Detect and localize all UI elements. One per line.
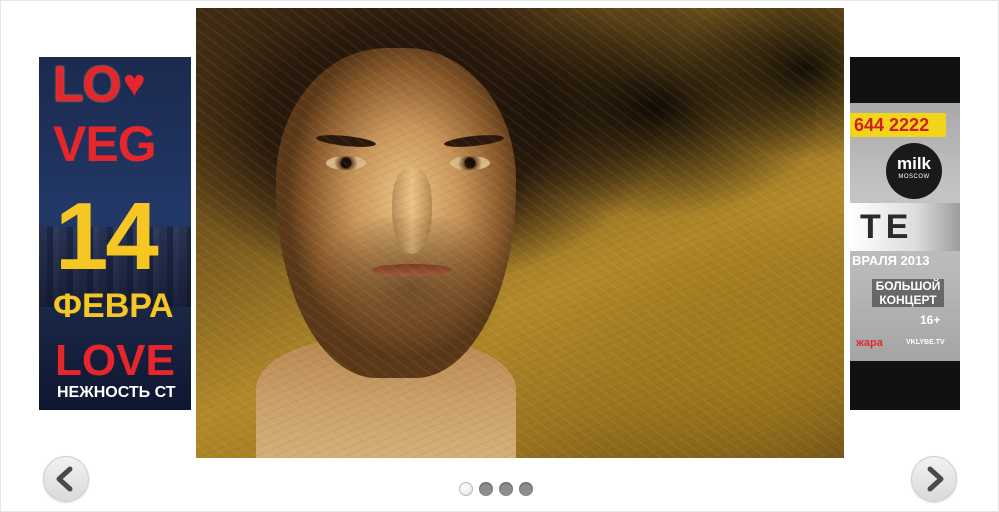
heart-icon: ♥ <box>123 63 146 105</box>
pagination-dot-2[interactable] <box>479 482 493 496</box>
chevron-left-icon <box>56 466 73 492</box>
poster-date: ВРАЛЯ 2013 <box>852 253 930 268</box>
pagination-dot-3[interactable] <box>499 482 513 496</box>
poster-month: ФЕВРА <box>53 287 174 325</box>
poster-day: 14 <box>55 183 159 290</box>
texture-overlay <box>196 8 844 458</box>
milk-logo: milk MOSCOW <box>886 143 942 199</box>
poster-line1: LO <box>53 57 121 112</box>
logo-main: milk <box>896 154 932 173</box>
poster-title-fragment: TE <box>850 203 960 251</box>
prev-slide-button[interactable] <box>43 456 89 502</box>
poster-line2: VEG <box>53 116 157 172</box>
slide-right-preview[interactable]: 644 2222 milk MOSCOW TE ВРАЛЯ 2013 БОЛЬШ… <box>850 57 960 410</box>
poster-phone: 644 2222 <box>850 113 946 137</box>
slide-main-image[interactable] <box>196 8 844 458</box>
pagination-dot-4[interactable] <box>519 482 533 496</box>
poster-concert: БОЛЬШОЙ КОНЦЕРТ <box>872 279 944 307</box>
poster-tagline: НЕЖНОСТЬ СТ <box>57 384 176 401</box>
pagination-dot-1[interactable] <box>459 482 473 496</box>
sponsor-vklybe: VKLYBE.TV <box>906 339 945 346</box>
chevron-right-icon <box>927 466 944 492</box>
logo-sub: MOSCOW <box>898 174 930 180</box>
slide-left-preview[interactable]: LO ♥ VEG 14 ФЕВРА LOVE НЕЖНОСТЬ СТ <box>39 57 191 410</box>
slider-frame: LO ♥ VEG 14 ФЕВРА LOVE НЕЖНОСТЬ СТ 644 2… <box>0 0 999 512</box>
next-slide-button[interactable] <box>911 456 957 502</box>
pagination-dots <box>459 482 533 498</box>
poster-age-rating: 16+ <box>920 313 941 327</box>
sponsor-zhara: жара <box>856 337 883 349</box>
poster-title: LOVE <box>55 336 175 385</box>
